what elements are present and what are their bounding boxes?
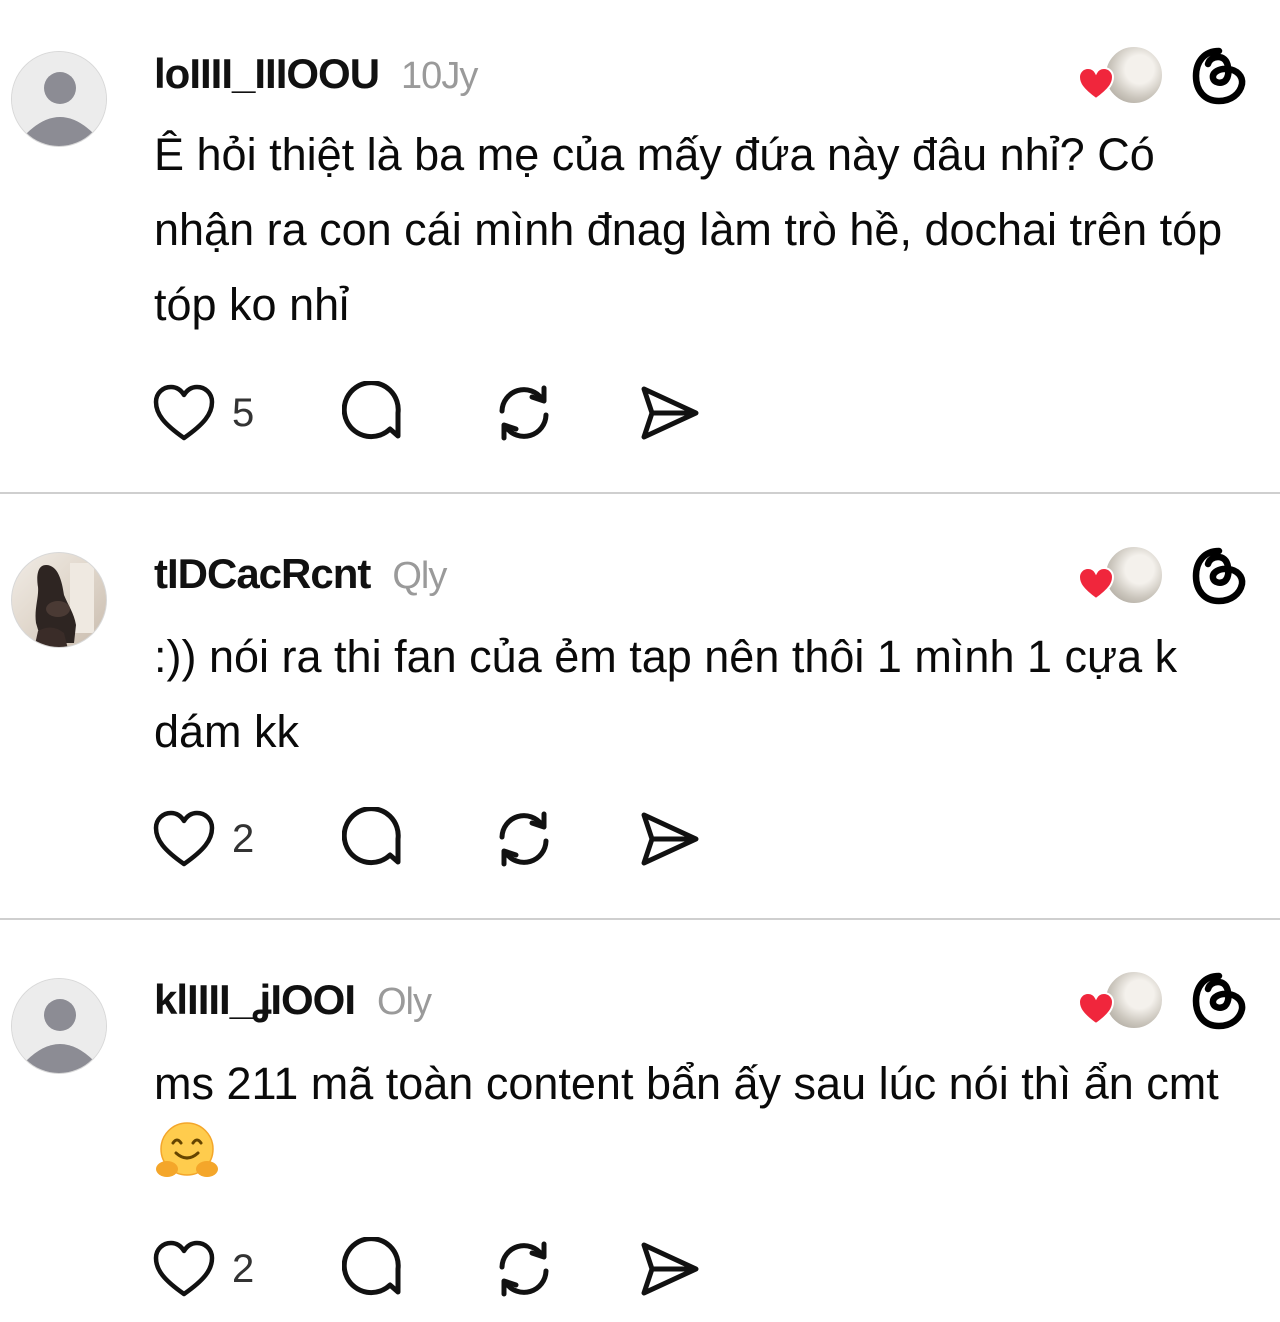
heart-outline-icon <box>153 384 215 441</box>
share-button[interactable] <box>638 806 702 872</box>
default-avatar-icon[interactable] <box>11 51 107 147</box>
heart-icon <box>1078 992 1114 1026</box>
repost-button[interactable] <box>492 806 556 872</box>
repost-icon <box>499 811 549 867</box>
reactors-indicator[interactable] <box>1078 970 1164 1032</box>
post-text: Ê hỏi thiệt là ba mẹ của mấy đứa này đâu… <box>154 129 1235 330</box>
comment-icon <box>342 807 401 866</box>
share-button[interactable] <box>638 380 702 446</box>
profile-photo <box>34 563 94 647</box>
heart-outline-icon <box>153 810 215 867</box>
post-actions: 2 <box>152 1236 752 1302</box>
reply-button[interactable] <box>342 1236 406 1302</box>
heart-icon <box>1078 67 1114 101</box>
repost-icon <box>499 1241 549 1297</box>
share-button[interactable] <box>638 1236 702 1302</box>
like-button[interactable]: 2 <box>152 1236 254 1302</box>
post-divider <box>0 492 1280 494</box>
send-icon <box>641 386 699 440</box>
threads-logo-icon[interactable] <box>1190 972 1248 1030</box>
threads-logo-icon[interactable] <box>1190 47 1248 105</box>
thread-post: tIDCacRcnt Qly :)) nói ra thi fan của ẻm … <box>0 495 1280 918</box>
thread-post: klIIII_ʝIOOI Oly ms 211 mã toàn content b… <box>0 920 1280 1322</box>
default-avatar-icon[interactable] <box>11 978 107 1074</box>
heart-icon <box>1078 567 1114 601</box>
post-text-body: ms 211 mã toàn content bẩn ấy sau lúc nó… <box>154 1058 1219 1109</box>
send-icon <box>641 1242 699 1296</box>
comment-icon <box>342 381 401 440</box>
send-icon <box>641 812 699 866</box>
post-time: Oly <box>377 981 432 1023</box>
hugging-face-emoji-icon <box>154 1121 220 1205</box>
post-username[interactable]: loIIII_IIIOOU 10Jy <box>154 50 478 98</box>
thread-post: loIIII_IIIOOU 10Jy Ê hỏi thiệt là ba mẹ c… <box>0 0 1280 493</box>
post-username[interactable]: klIIII_ʝIOOI Oly <box>154 976 432 1024</box>
threads-logo-icon[interactable] <box>1190 547 1248 605</box>
like-count: 2 <box>232 816 255 861</box>
reply-button[interactable] <box>342 806 406 872</box>
like-button[interactable]: 5 <box>152 380 254 446</box>
post-actions: 2 <box>152 806 752 872</box>
comment-icon <box>342 1237 401 1296</box>
repost-icon <box>499 385 549 441</box>
reactors-indicator[interactable] <box>1078 545 1164 607</box>
post-time: 10Jy <box>401 55 478 97</box>
like-count: 5 <box>232 390 255 435</box>
repost-button[interactable] <box>492 380 556 446</box>
like-count: 2 <box>232 1246 255 1291</box>
post-text: ms 211 mã toàn content bẩn ấy sau lúc nó… <box>154 1046 1254 1205</box>
post-actions: 5 <box>152 380 752 446</box>
repost-button[interactable] <box>492 1236 556 1302</box>
post-time: Qly <box>392 555 447 597</box>
like-button[interactable]: 2 <box>152 806 254 872</box>
reactors-indicator[interactable] <box>1078 45 1164 107</box>
post-text: :)) nói ra thi fan của ẻm tap nên thôi 1… <box>154 631 1190 757</box>
reply-button[interactable] <box>342 380 406 446</box>
heart-outline-icon <box>153 1240 215 1297</box>
user-photo-avatar[interactable] <box>11 552 107 648</box>
post-username[interactable]: tIDCacRcnt Qly <box>154 550 447 598</box>
